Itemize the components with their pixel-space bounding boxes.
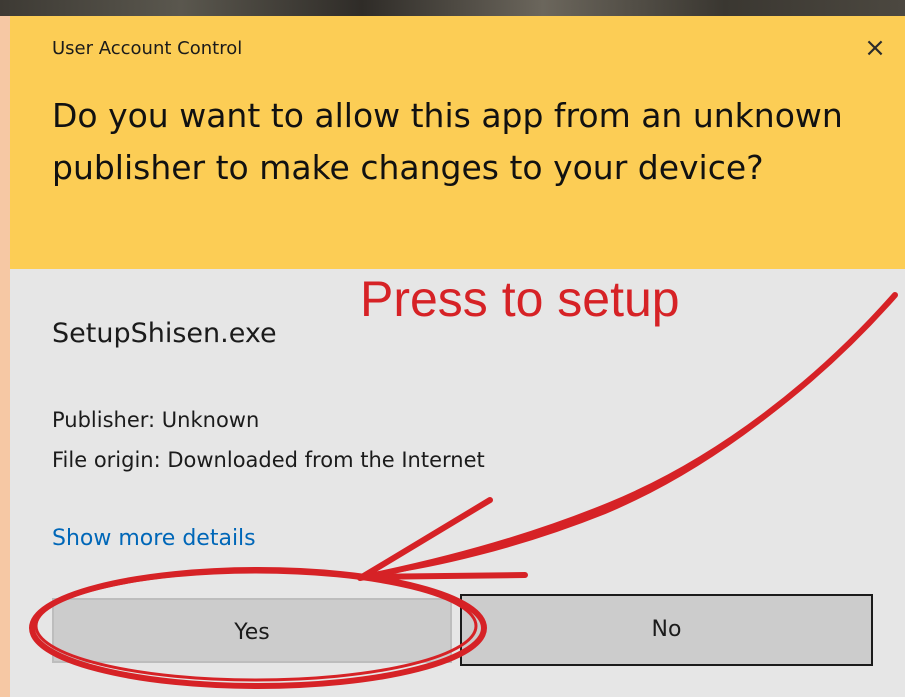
annotation-text: Press to setup <box>360 271 680 327</box>
close-icon[interactable]: × <box>861 34 889 62</box>
app-name: SetupShisen.exe <box>52 318 277 349</box>
publisher-info: Publisher: Unknown <box>52 408 260 432</box>
dialog-title: User Account Control <box>52 38 243 59</box>
no-button[interactable]: No <box>460 594 873 666</box>
dialog-question: Do you want to allow this app from an un… <box>52 96 843 187</box>
uac-dialog: User Account Control × Do you want to al… <box>10 16 905 697</box>
show-more-details-link[interactable]: Show more details <box>52 526 256 551</box>
yes-button[interactable]: Yes <box>52 598 452 663</box>
file-origin-info: File origin: Downloaded from the Interne… <box>52 448 485 472</box>
dialog-header: User Account Control × Do you want to al… <box>10 16 905 269</box>
desktop-background-strip <box>0 0 905 16</box>
